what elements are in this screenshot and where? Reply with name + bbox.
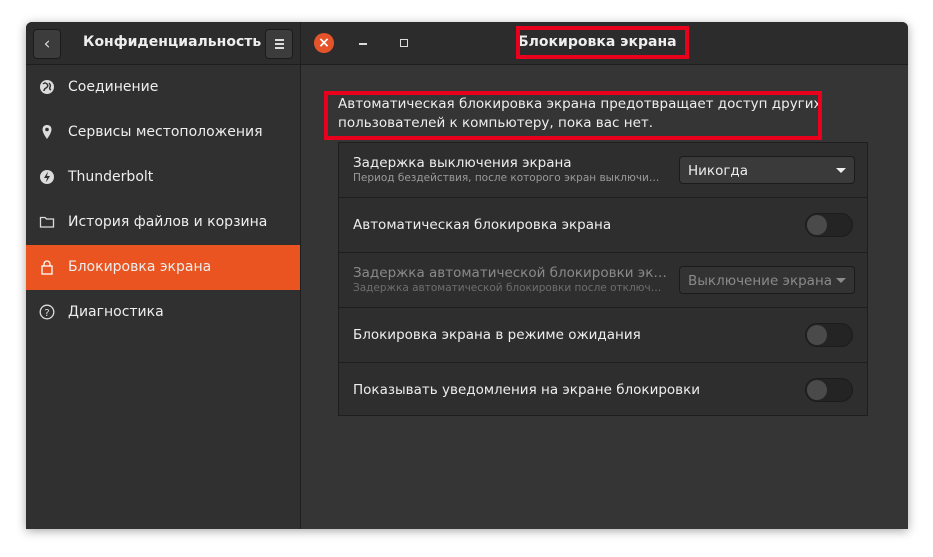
sidebar-title: Конфиденциальность: [83, 34, 262, 50]
sidebar-item-label: Диагностика: [68, 304, 164, 320]
dropdown-value: Выключение экрана: [688, 273, 833, 289]
settings-list: Задержка выключения экрана Период бездей…: [338, 142, 868, 416]
auto-lock-delay-dropdown[interactable]: Выключение экрана: [679, 266, 855, 294]
sidebar-item-label: Блокировка экрана: [68, 259, 212, 275]
location-pin-icon: [39, 124, 55, 140]
chevron-left-icon: ‹: [43, 34, 51, 54]
toggle-knob: [807, 380, 827, 400]
chevron-down-icon: [836, 168, 846, 173]
setting-subtitle: Задержка автоматической блокировки после…: [353, 282, 662, 294]
lock-icon: [39, 259, 55, 275]
thunderbolt-icon: [39, 169, 55, 185]
back-button[interactable]: ‹: [33, 29, 61, 59]
setting-subtitle: Период бездействия, после которого экран…: [353, 172, 660, 184]
title-highlight-box: [516, 26, 689, 59]
sidebar-item-screen-lock[interactable]: Блокировка экрана: [26, 245, 300, 290]
settings-window: ‹ Конфиденциальность × Блокировка экрана…: [26, 22, 908, 529]
auto-lock-toggle[interactable]: [805, 213, 853, 237]
help-icon: ?: [39, 304, 55, 320]
sidebar-item-connection[interactable]: Соединение: [26, 65, 300, 110]
close-button[interactable]: ×: [314, 33, 334, 53]
sidebar-item-label: Сервисы местоположения: [68, 124, 263, 140]
maximize-button[interactable]: [400, 39, 408, 47]
setting-row-auto-lock-delay: Задержка автоматической блокировки эк… З…: [339, 253, 867, 308]
setting-title: Задержка выключения экрана: [353, 155, 572, 171]
svg-text:?: ?: [44, 308, 49, 319]
sidebar-item-diagnostics[interactable]: ? Диагностика: [26, 290, 300, 335]
setting-row-blank-delay: Задержка выключения экрана Период бездей…: [339, 143, 867, 198]
folder-icon: [39, 214, 55, 230]
setting-title: Задержка автоматической блокировки эк…: [353, 265, 667, 281]
menu-button[interactable]: [265, 29, 293, 59]
setting-title: Показывать уведомления на экране блокиро…: [353, 382, 701, 398]
setting-row-suspend-lock: Блокировка экрана в режиме ожидания: [339, 308, 867, 363]
sidebar-item-label: История файлов и корзина: [68, 214, 268, 230]
main-header: × Блокировка экрана: [301, 22, 908, 65]
chevron-down-icon: [836, 278, 846, 283]
blank-delay-dropdown[interactable]: Никогда: [679, 156, 855, 184]
globe-icon: [39, 79, 55, 95]
sidebar-item-label: Соединение: [68, 79, 159, 95]
sidebar-item-thunderbolt[interactable]: Thunderbolt: [26, 155, 300, 200]
close-icon: ×: [318, 35, 330, 51]
description-highlight-box: [324, 91, 822, 140]
suspend-lock-toggle[interactable]: [805, 323, 853, 347]
minimize-button[interactable]: [359, 43, 367, 45]
setting-title: Автоматическая блокировка экрана: [353, 217, 612, 233]
setting-title: Блокировка экрана в режиме ожидания: [353, 327, 641, 343]
sidebar-item-file-history[interactable]: История файлов и корзина: [26, 200, 300, 245]
main-content: Автоматическая блокировка экрана предотв…: [301, 65, 908, 529]
setting-row-auto-lock: Автоматическая блокировка экрана: [339, 198, 867, 253]
sidebar-item-location[interactable]: Сервисы местоположения: [26, 110, 300, 155]
dropdown-value: Никогда: [688, 163, 749, 179]
sidebar-header: ‹ Конфиденциальность: [26, 22, 300, 65]
sidebar-item-label: Thunderbolt: [68, 169, 154, 185]
toggle-knob: [807, 215, 827, 235]
hamburger-icon: [275, 39, 284, 41]
sidebar: Соединение Сервисы местоположения Thunde…: [26, 65, 300, 529]
setting-row-lock-notifications: Показывать уведомления на экране блокиро…: [339, 363, 867, 417]
toggle-knob: [807, 325, 827, 345]
lock-notifications-toggle[interactable]: [805, 378, 853, 402]
